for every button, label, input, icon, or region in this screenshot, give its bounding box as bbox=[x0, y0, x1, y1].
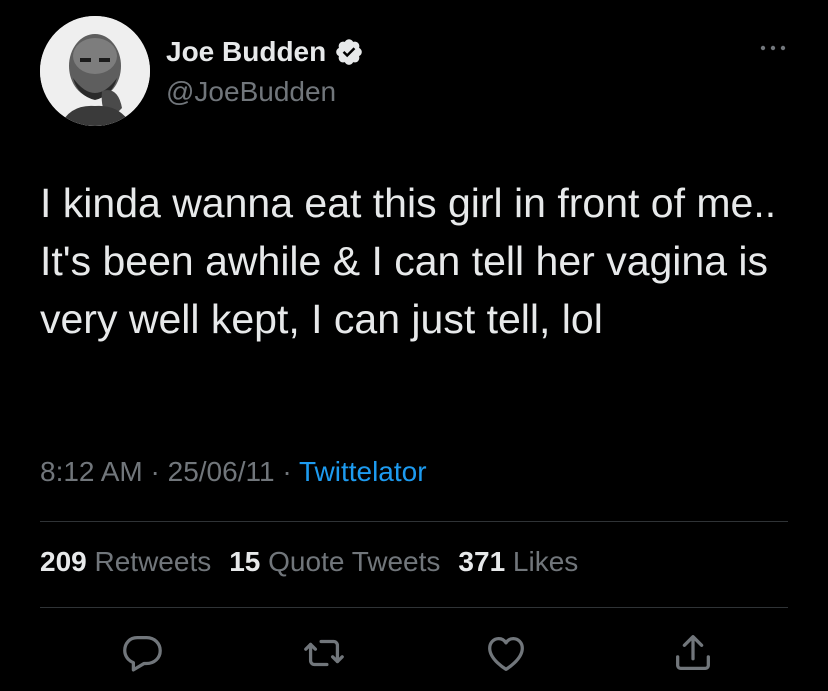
share-icon[interactable] bbox=[670, 630, 716, 676]
meta-separator: · bbox=[150, 456, 160, 487]
verified-badge-icon bbox=[336, 39, 363, 65]
engagement-stats: 209 Retweets 15 Quote Tweets 371 Likes bbox=[40, 546, 578, 578]
like-icon[interactable] bbox=[483, 630, 529, 676]
action-bar bbox=[0, 630, 828, 676]
likes-count: 371 bbox=[458, 546, 506, 577]
quotes-stat[interactable]: 15 Quote Tweets bbox=[229, 546, 440, 578]
retweets-count: 209 bbox=[40, 546, 87, 577]
tweet-date[interactable]: 25/06/11 bbox=[168, 456, 275, 487]
author-handle[interactable]: @JoeBudden bbox=[166, 76, 336, 108]
quotes-label: Quote Tweets bbox=[268, 546, 441, 577]
retweet-icon[interactable] bbox=[301, 630, 347, 676]
more-icon[interactable] bbox=[756, 38, 790, 58]
divider bbox=[40, 521, 788, 522]
author-name-row[interactable]: Joe Budden bbox=[166, 36, 364, 68]
likes-stat[interactable]: 371 Likes bbox=[458, 546, 578, 578]
tweet-text: I kinda wanna eat this girl in front of … bbox=[40, 180, 777, 342]
avatar-image bbox=[40, 16, 150, 126]
retweets-stat[interactable]: 209 Retweets bbox=[40, 546, 211, 578]
author-name[interactable]: Joe Budden bbox=[166, 36, 326, 68]
tweet-source-link[interactable]: Twittelator bbox=[299, 456, 427, 487]
likes-label: Likes bbox=[512, 546, 579, 577]
tweet-time[interactable]: 8:12 AM bbox=[40, 456, 143, 487]
reply-icon[interactable] bbox=[119, 630, 165, 676]
quotes-count: 15 bbox=[229, 546, 261, 577]
meta-separator: · bbox=[282, 456, 292, 487]
divider bbox=[40, 607, 788, 608]
retweets-label: Retweets bbox=[94, 546, 212, 577]
avatar[interactable] bbox=[40, 16, 150, 126]
tweet-meta: 8:12 AM · 25/06/11 · Twittelator bbox=[40, 456, 427, 488]
